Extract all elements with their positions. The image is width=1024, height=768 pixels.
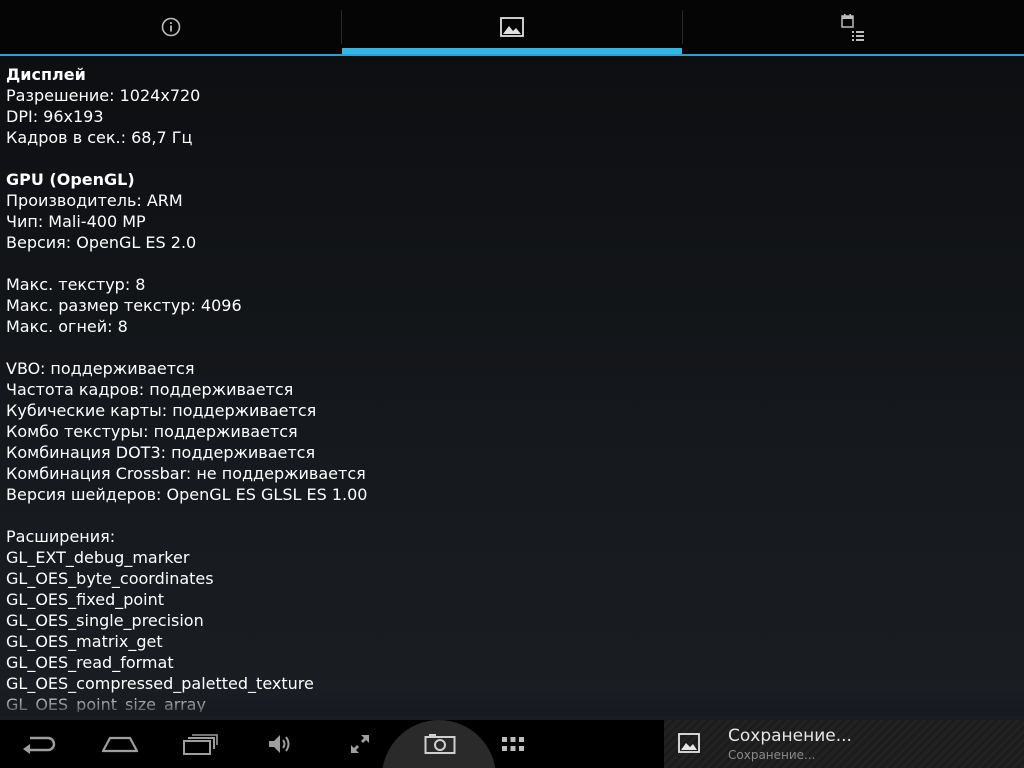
feature-line: Версия шейдеров: OpenGL ES GLSL ES 1.00 (6, 485, 368, 504)
home-button[interactable] (90, 720, 150, 768)
extension-item: GL_OES_matrix_get (6, 632, 163, 651)
extension-item: GL_EXT_debug_marker (6, 548, 190, 567)
extension-item: GL_OES_fixed_point (6, 590, 165, 609)
volume-button[interactable] (250, 720, 310, 768)
extension-item: GL_OES_byte_coordinates (6, 569, 214, 588)
saving-notification[interactable]: Сохранение... Сохранение... (664, 720, 1024, 768)
expand-icon (351, 735, 369, 753)
notification-subtitle: Сохранение... (728, 748, 816, 762)
max-lights: Макс. огней: 8 (6, 317, 128, 336)
screenshot-camera-icon (424, 734, 456, 754)
feature-line: Кубические карты: поддерживается (6, 401, 317, 420)
notification-title: Сохранение... (728, 726, 852, 746)
extension-item: GL_OES_single_precision (6, 611, 204, 630)
feature-line: Комбинация DOT3: поддерживается (6, 443, 316, 462)
recent-apps-button[interactable] (170, 720, 230, 768)
gpu-version: Версия: OpenGL ES 2.0 (6, 233, 197, 252)
app-grid-icon (502, 737, 524, 751)
active-tab-indicator (342, 48, 682, 54)
extension-item: GL_OES_compressed_paletted_texture (6, 674, 314, 693)
tab-system-list[interactable] (682, 0, 1023, 54)
extensions-heading: Расширения: (6, 527, 116, 546)
volume-icon (269, 735, 290, 753)
device-info-content: Дисплей Разрешение: 1024x720 DPI: 96x193… (6, 64, 1006, 712)
gpu-chip: Чип: Mali-400 MP (6, 212, 146, 231)
display-dpi: DPI: 96x193 (6, 107, 104, 126)
tab-display-gpu[interactable] (341, 0, 682, 54)
expand-button[interactable] (330, 720, 390, 768)
image-icon (678, 733, 700, 753)
feature-line: VBO: поддерживается (6, 359, 195, 378)
tab-bar (0, 0, 1024, 56)
back-button[interactable] (10, 720, 70, 768)
display-resolution: Разрешение: 1024x720 (6, 86, 201, 105)
feature-line: Комбо текстуры: поддерживается (6, 422, 298, 441)
extension-item: GL_OES_point_size_array (6, 695, 206, 712)
feature-line: Комбинация Crossbar: не поддерживается (6, 464, 366, 483)
extension-item: GL_OES_read_format (6, 653, 174, 672)
max-textures: Макс. текстур: 8 (6, 275, 146, 294)
display-fps: Кадров в сек.: 68,7 Гц (6, 128, 193, 147)
home-icon (101, 736, 139, 753)
tab-info[interactable] (0, 0, 341, 54)
section-heading-display: Дисплей (6, 65, 86, 84)
feature-line: Частота кадров: поддерживается (6, 380, 294, 399)
section-heading-gpu: GPU (OpenGL) (6, 170, 135, 189)
back-icon (23, 736, 56, 754)
image-icon (499, 17, 524, 37)
screen: Дисплей Разрешение: 1024x720 DPI: 96x193… (0, 0, 1024, 768)
info-icon (161, 17, 180, 37)
recent-apps-icon (183, 734, 218, 755)
gpu-vendor: Производитель: ARM (6, 191, 183, 210)
calendar-list-icon (840, 14, 864, 41)
max-texture-size: Макс. размер текстур: 4096 (6, 296, 242, 315)
